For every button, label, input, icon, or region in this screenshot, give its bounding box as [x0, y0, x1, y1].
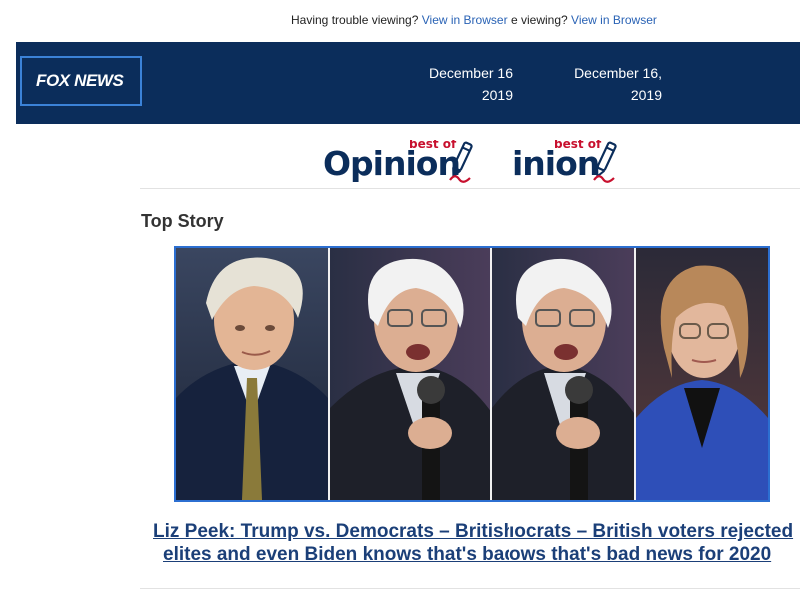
top-story-headline[interactable]: Liz Peek: Trump vs. Democrats – British …: [153, 520, 509, 566]
header-date-duplicate: December 16, 2019: [564, 62, 662, 108]
top-story-headline-duplicate[interactable]: ıocrats – British voters rejected ows th…: [509, 520, 800, 566]
preheader-text-clipped: e viewing?: [511, 13, 568, 27]
header-date-line1: December 16: [428, 65, 513, 81]
header-date: December 16 2019: [420, 62, 513, 108]
headline-line-1-duplicate: ıocrats – British voters rejected: [509, 521, 794, 542]
photo-panel-2: [330, 248, 492, 500]
photo-panel-3: [492, 248, 634, 500]
view-in-browser-link[interactable]: View in Browser: [422, 13, 508, 27]
headline-line-2: elites and even Biden knows that's bad n: [163, 544, 509, 565]
preheader-text: Having trouble viewing?: [291, 13, 419, 27]
section-title: Top Story: [141, 211, 224, 231]
pen-icon: [593, 141, 617, 183]
headline-line-2-duplicate: ows that's bad news for 2020: [509, 544, 772, 565]
fox-news-logo[interactable]: FOX NEWS: [20, 56, 142, 106]
preheader: Having trouble viewing? View in Browser: [291, 13, 508, 27]
view-in-browser-link-duplicate[interactable]: View in Browser: [571, 13, 657, 27]
pen-icon: [449, 141, 473, 183]
best-of-opinion-logo-duplicate[interactable]: inion best of: [482, 140, 622, 186]
best-of-opinion-logo[interactable]: Opinion best of: [323, 140, 478, 186]
header-date-line2-duplicate: 2019: [630, 87, 662, 103]
top-story-image[interactable]: [174, 246, 770, 502]
divider: [140, 588, 800, 589]
header-date-line1-duplicate: December 16,: [574, 65, 662, 81]
headline-line-1: Liz Peek: Trump vs. Democrats – British: [153, 521, 509, 542]
header-date-line2: 2019: [481, 87, 513, 103]
photo-panel-4: [636, 248, 768, 500]
preheader-duplicate: e viewing? View in Browser: [509, 13, 657, 27]
photo-panel-1: [176, 248, 328, 500]
divider: [140, 188, 800, 189]
fox-news-logo-text: FOX NEWS: [36, 71, 124, 90]
